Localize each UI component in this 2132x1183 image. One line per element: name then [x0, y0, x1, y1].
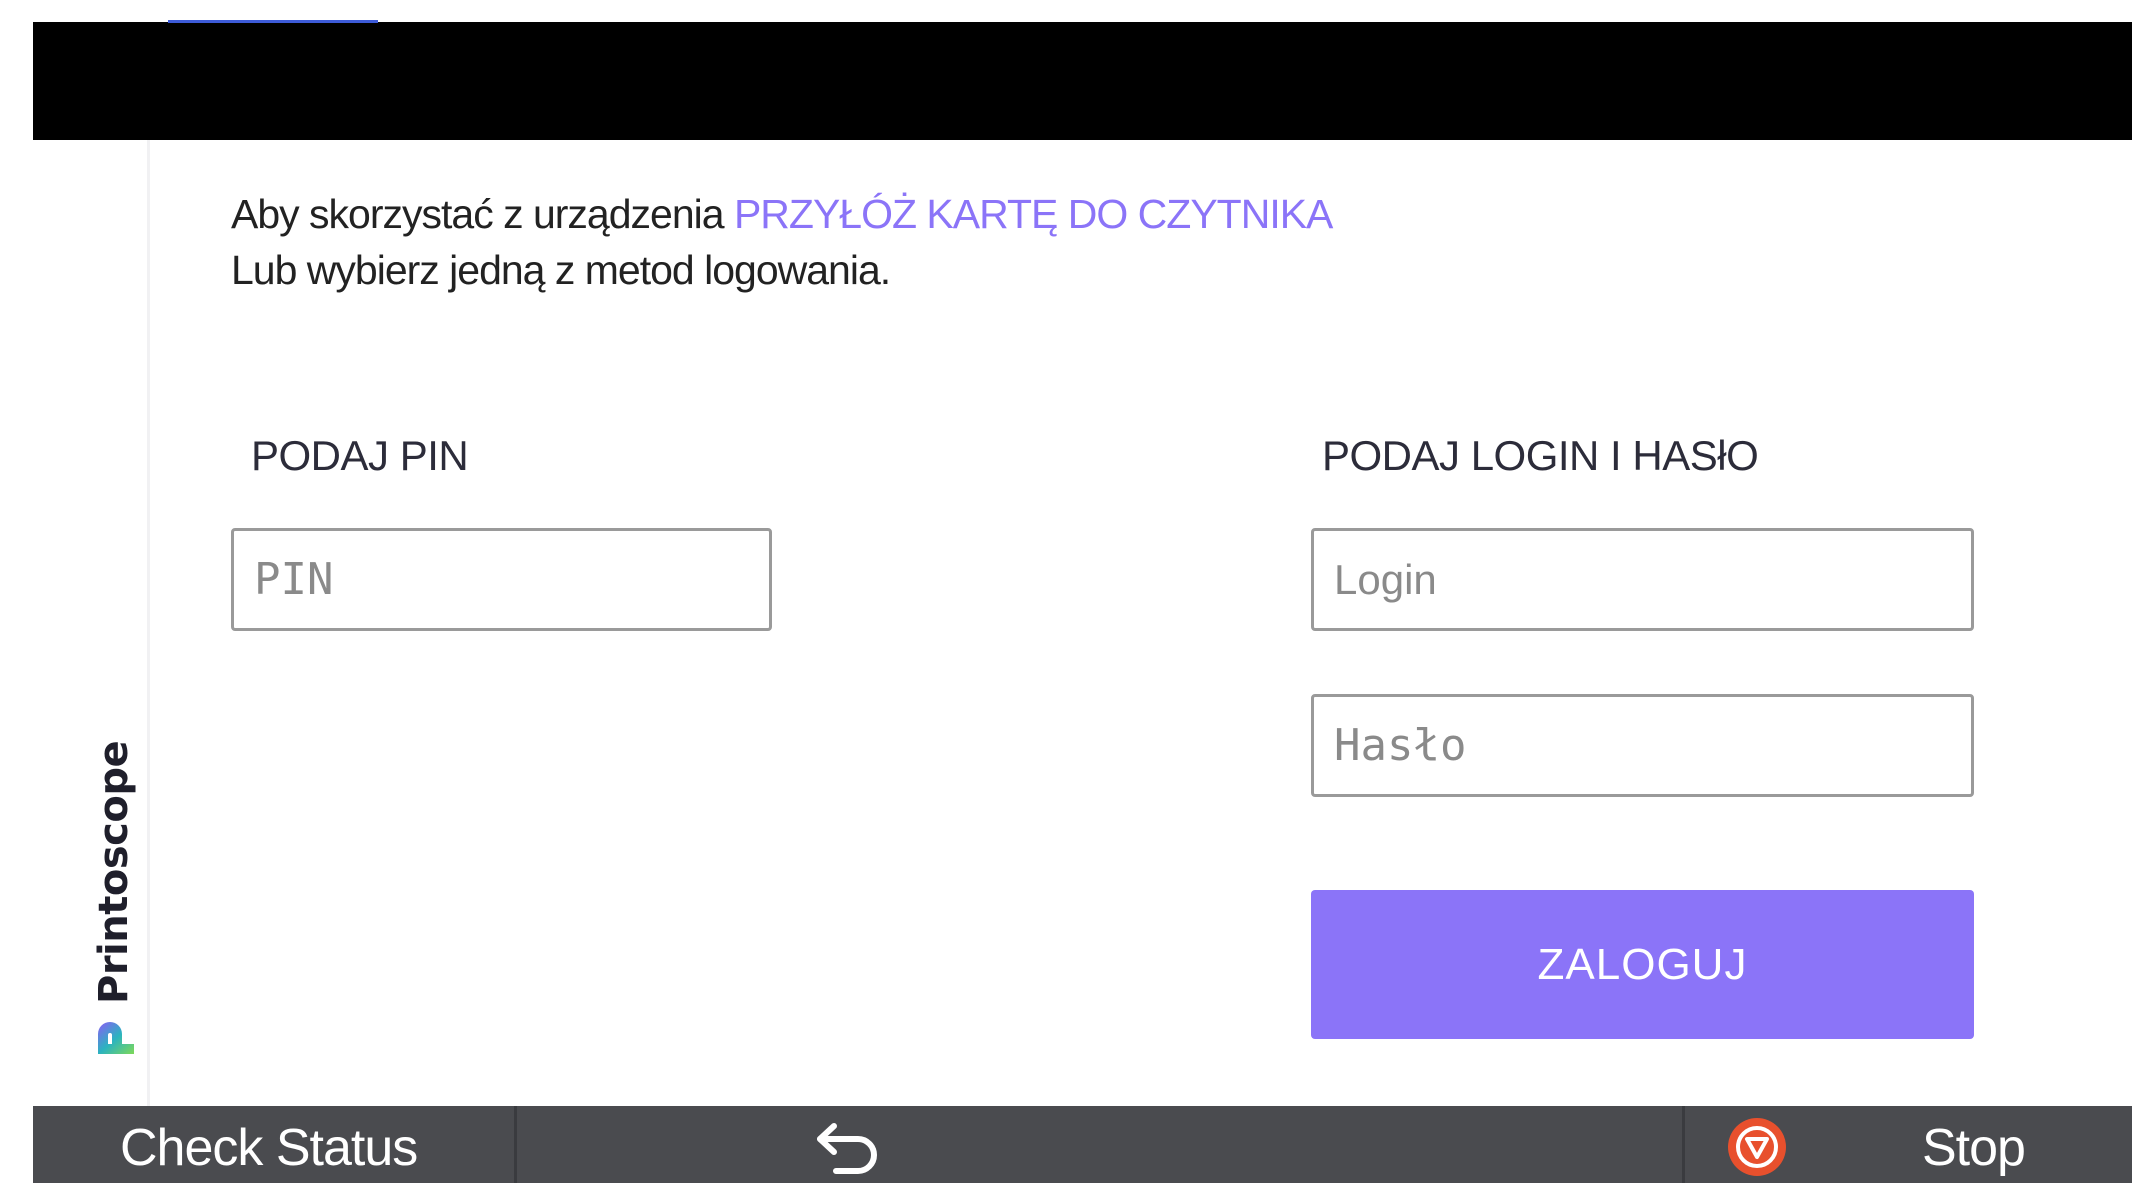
- printoscope-logo-icon: [98, 1022, 134, 1054]
- brand-logo: Printoscope: [90, 741, 138, 1062]
- login-section-label: PODAJ LOGIN I HASłO: [1322, 432, 1759, 479]
- intro-prefix: Aby skorzystać z urządzenia: [231, 191, 725, 237]
- brand-name: Printoscope: [91, 740, 137, 1004]
- card-reader-prompt: PRZYŁÓŻ KARTĘ DO CZYTNIKA: [733, 191, 1333, 237]
- pin-section-label: PODAJ PIN: [251, 432, 469, 479]
- intro-line-2: Lub wybierz jedną z metod logowania.: [231, 247, 891, 293]
- top-accent-line: [168, 20, 378, 23]
- login-input[interactable]: [1311, 528, 1974, 631]
- pin-input[interactable]: [231, 528, 772, 631]
- back-arrow-icon[interactable]: [814, 1118, 884, 1178]
- stop-icon[interactable]: [1726, 1116, 1788, 1178]
- login-button[interactable]: ZALOGUJ: [1311, 890, 1974, 1039]
- check-status-button[interactable]: Check Status: [120, 1118, 418, 1178]
- bottom-divider: [1682, 1106, 1685, 1183]
- stop-button[interactable]: Stop: [1922, 1118, 2026, 1178]
- intro-line-1: Aby skorzystać z urządzenia PRZYŁÓŻ KART…: [231, 186, 1333, 242]
- password-input[interactable]: [1311, 694, 1974, 797]
- intro-message: Aby skorzystać z urządzenia PRZYŁÓŻ KART…: [231, 186, 1333, 298]
- top-bar: [33, 22, 2132, 140]
- bottom-divider: [514, 1106, 517, 1183]
